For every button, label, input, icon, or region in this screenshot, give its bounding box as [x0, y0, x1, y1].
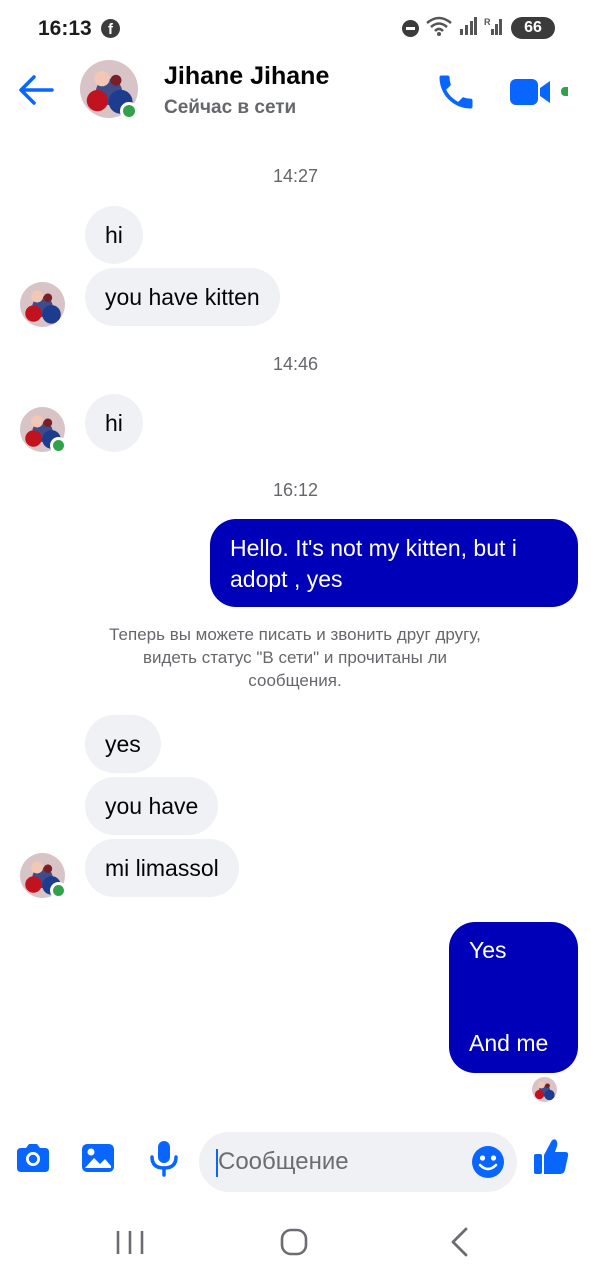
status-bar: 16:13 f R 66	[0, 0, 591, 56]
facebook-notification-icon: f	[101, 19, 120, 38]
emoji-button[interactable]	[471, 1145, 505, 1179]
timestamp: 14:46	[272, 354, 319, 374]
online-indicator	[50, 882, 67, 899]
emoji-icon	[472, 1146, 504, 1178]
video-call-button[interactable]	[506, 72, 554, 112]
home-icon	[280, 1228, 308, 1256]
wifi-icon	[426, 16, 452, 40]
signal-icon	[459, 17, 477, 39]
message-incoming[interactable]: yes	[85, 715, 161, 773]
home-button[interactable]	[274, 1222, 314, 1262]
system-navigation-bar	[0, 1200, 591, 1280]
camera-button[interactable]	[13, 1138, 53, 1178]
message-line: And me	[469, 1030, 549, 1056]
message-incoming[interactable]: you have kitten	[85, 268, 280, 326]
like-icon	[534, 1139, 569, 1174]
message-incoming[interactable]: hi	[85, 394, 143, 452]
contact-name[interactable]: Jihane Jihane	[164, 62, 329, 91]
message-composer	[0, 1128, 591, 1196]
status-icons: R 66	[402, 16, 555, 40]
image-icon	[82, 1144, 114, 1172]
svg-text:R: R	[484, 17, 491, 27]
like-button[interactable]	[531, 1136, 571, 1176]
phone-icon	[439, 75, 473, 109]
recents-icon	[116, 1231, 144, 1254]
active-status-dot	[561, 87, 568, 96]
signal-roaming-icon: R	[484, 17, 504, 39]
mic-icon	[150, 1141, 178, 1177]
online-indicator	[50, 437, 67, 454]
timestamp: 16:12	[272, 480, 319, 500]
voice-call-button[interactable]	[434, 70, 478, 114]
voice-message-button[interactable]	[144, 1138, 184, 1178]
video-camera-icon	[510, 79, 550, 105]
text-cursor	[216, 1149, 218, 1177]
chat-header: Jihane Jihane Сейчас в сети	[0, 56, 591, 130]
system-note: Теперь вы можете писать и звонить друг д…	[109, 625, 481, 690]
back-button[interactable]	[16, 70, 56, 110]
recent-apps-button[interactable]	[110, 1222, 150, 1262]
sender-avatar[interactable]	[20, 282, 65, 327]
message-input[interactable]	[199, 1132, 517, 1192]
message-outgoing[interactable]: Yes And me	[449, 922, 578, 1073]
seen-receipt-avatar	[532, 1077, 557, 1102]
system-back-button[interactable]	[440, 1222, 480, 1262]
online-indicator	[120, 102, 138, 120]
arrow-left-icon	[19, 75, 54, 105]
status-time: 16:13	[38, 17, 92, 40]
message-incoming[interactable]: you have	[85, 777, 219, 835]
do-not-disturb-icon	[402, 19, 419, 37]
contact-status: Сейчас в сети	[164, 97, 297, 118]
camera-icon	[17, 1144, 49, 1172]
message-outgoing[interactable]: Hello. It's not my kitten, but i adopt ,…	[210, 519, 578, 607]
message-incoming[interactable]: mi limassol	[85, 839, 239, 897]
timestamp: 14:27	[272, 166, 319, 186]
chevron-left-icon	[451, 1227, 468, 1257]
message-incoming[interactable]: hi	[85, 206, 143, 264]
battery-indicator: 66	[511, 17, 555, 39]
gallery-button[interactable]	[78, 1138, 118, 1178]
message-line: Yes	[469, 937, 507, 963]
